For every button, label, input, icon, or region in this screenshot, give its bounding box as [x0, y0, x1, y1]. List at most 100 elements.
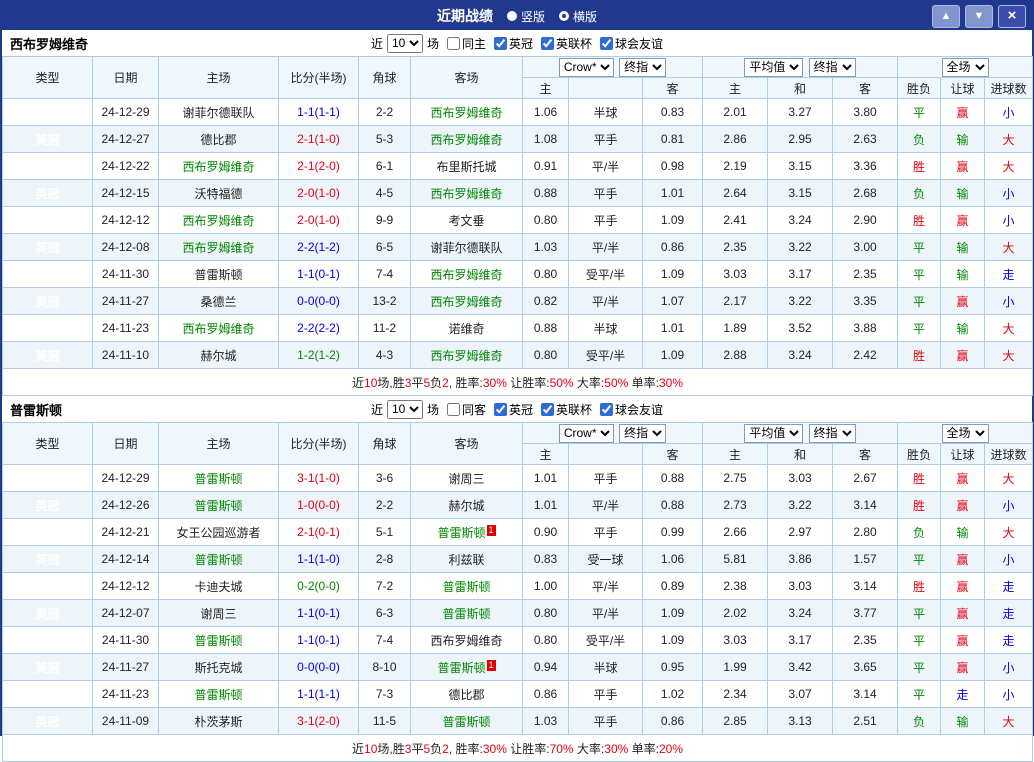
asian-away-odds-cell: 0.99 — [642, 518, 703, 546]
result-handicap-cell: 输 — [940, 125, 986, 153]
result-handicap-cell: 输 — [940, 179, 986, 207]
euro-draw-odds-cell: 3.24 — [767, 341, 833, 369]
result-goals-cell: 小 — [984, 491, 1034, 519]
result-wdl-cell: 平 — [897, 233, 942, 261]
euro-stage-select[interactable]: 终指 — [808, 57, 856, 77]
asian-home-odds-cell: 0.94 — [522, 653, 569, 681]
score-cell: 1-1(1-1) — [278, 98, 359, 126]
average-select[interactable]: 平均值 — [744, 423, 804, 443]
result-goals-cell: 大 — [984, 518, 1034, 546]
match-row: 英冠 24-11-30 普雷斯顿 1-1(0-1) 7-4 西布罗姆维奇 0.8… — [2, 260, 1034, 288]
radio-icon-vertical — [506, 11, 517, 21]
full-match-select[interactable]: 全场 — [941, 423, 989, 443]
sub-euro-away-header: 客 — [831, 77, 899, 99]
league-filter-checkbox-input[interactable] — [600, 402, 614, 416]
result-goals-cell: 大 — [984, 341, 1034, 369]
same-venue-checkbox-home[interactable]: 同主 — [443, 35, 486, 52]
sub-wdl-header: 胜负 — [897, 77, 942, 99]
league-filter-checkbox[interactable]: 球会友谊 — [596, 401, 663, 418]
summary-part: 70% — [549, 741, 574, 756]
league-filter-checkbox[interactable]: 英冠 — [490, 401, 533, 418]
league-filter-checkbox[interactable]: 英冠 — [490, 35, 533, 52]
asian-stage-select[interactable]: 终指 — [619, 57, 667, 77]
match-row: 英冠 24-11-23 西布罗姆维奇 2-2(2-2) 11-2 诺维奇 0.8… — [2, 314, 1034, 342]
close-button[interactable]: × — [998, 5, 1026, 28]
result-group-header: 全场 — [897, 56, 1034, 78]
same-venue-checkbox-input[interactable] — [446, 402, 460, 416]
summary-part: 大率: — [573, 741, 605, 756]
away-team-cell: 布里斯托城 — [410, 152, 523, 180]
result-wdl-cell: 胜 — [897, 572, 942, 600]
asian-odds-group-header: Crow* 终指 — [522, 56, 703, 78]
league-filter-checkbox[interactable]: 球会友谊 — [596, 35, 663, 52]
filter-bar-home: 近 10 场 同主 英冠 英联杯 球会友谊 — [371, 33, 663, 53]
asian-away-odds-cell: 1.09 — [642, 206, 703, 234]
result-goals-cell: 走 — [984, 260, 1034, 288]
recent-count-select[interactable]: 10 — [386, 399, 423, 419]
league-filter-checkbox[interactable]: 英联杯 — [537, 401, 592, 418]
average-select[interactable]: 平均值 — [744, 57, 804, 77]
section-header-home-team: 西布罗姆维奇 近 10 场 同主 英冠 英联杯 球会友谊 — [2, 30, 1032, 56]
matches-label: 场 — [426, 36, 439, 51]
asian-home-odds-cell: 1.06 — [522, 98, 569, 126]
away-team-cell: 谢周三 — [410, 464, 523, 492]
scroll-up-button[interactable]: ▲ — [932, 5, 960, 28]
scroll-down-button[interactable]: ▼ — [965, 5, 993, 28]
corner-cell: 5-3 — [358, 125, 411, 153]
asian-away-odds-cell: 1.02 — [642, 680, 703, 708]
home-team-cell: 西布罗姆维奇 — [158, 233, 279, 261]
layout-option-horizontal-label: 横版 — [573, 9, 598, 24]
league-badge: 英冠 — [2, 233, 93, 261]
corner-cell: 7-4 — [358, 260, 411, 288]
full-match-select[interactable]: 全场 — [941, 57, 989, 77]
away-team-cell: 西布罗姆维奇 — [410, 125, 523, 153]
league-filter-checkbox-input[interactable] — [600, 36, 614, 50]
result-goals-cell: 走 — [984, 572, 1034, 600]
league-filter-checkbox-input[interactable] — [541, 402, 555, 416]
euro-draw-odds-cell: 3.15 — [767, 152, 833, 180]
league-badge: 英冠 — [2, 464, 93, 492]
away-team-cell: 普雷斯顿 — [410, 572, 523, 600]
section-header-away-team: 普雷斯顿 近 10 场 同客 英冠 英联杯 球会友谊 — [2, 396, 1032, 422]
layout-option-vertical[interactable]: 竖版 — [506, 8, 545, 25]
summary-part: 让胜率: — [506, 741, 550, 756]
result-handicap-cell: 赢 — [940, 287, 986, 315]
score-cell: 2-1(2-0) — [278, 152, 359, 180]
euro-stage-select[interactable]: 终指 — [808, 423, 856, 443]
result-wdl-cell: 平 — [897, 314, 942, 342]
result-goals-cell: 小 — [984, 653, 1034, 681]
league-filter-checkbox-input[interactable] — [494, 36, 507, 50]
league-filter-checkbox-input[interactable] — [494, 402, 507, 416]
asian-line-cell: 平/半 — [568, 572, 643, 600]
asian-stage-select[interactable]: 终指 — [619, 423, 667, 443]
euro-draw-odds-cell: 3.86 — [767, 545, 833, 573]
same-venue-checkbox-away[interactable]: 同客 — [443, 401, 486, 418]
league-filter-checkbox[interactable]: 英联杯 — [537, 35, 592, 52]
bookmaker-select[interactable]: Crow* — [558, 423, 614, 443]
bookmaker-select[interactable]: Crow* — [558, 57, 614, 77]
recent-results-window: 近期战绩 竖版 横版 ▲ ▼ × 西布罗姆维奇 近 10 场 同主 英冠 英联杯… — [0, 0, 1034, 762]
league-filter-checkbox-input[interactable] — [541, 36, 555, 50]
result-handicap-cell: 赢 — [940, 206, 986, 234]
sub-goals-header: 进球数 — [984, 443, 1034, 465]
league-badge: 英冠 — [2, 518, 93, 546]
away-team-cell: 西布罗姆维奇 — [410, 98, 523, 126]
col-score-header: 比分(半场) — [278, 56, 359, 99]
asian-home-odds-cell: 0.80 — [522, 599, 569, 627]
euro-away-odds-cell: 3.14 — [831, 491, 899, 519]
euro-draw-odds-cell: 3.42 — [767, 653, 833, 681]
same-venue-checkbox-input[interactable] — [446, 36, 460, 50]
euro-home-odds-cell: 2.35 — [702, 233, 768, 261]
asian-home-odds-cell: 0.86 — [522, 680, 569, 708]
league-badge: 英冠 — [2, 98, 93, 126]
date-cell: 24-12-07 — [92, 599, 159, 627]
sub-wdl-header: 胜负 — [897, 443, 942, 465]
recent-count-select[interactable]: 10 — [386, 33, 423, 53]
layout-option-horizontal[interactable]: 横版 — [559, 8, 597, 25]
summary-part: 50% — [549, 375, 574, 390]
euro-draw-odds-cell: 3.13 — [767, 707, 833, 735]
result-group-header: 全场 — [897, 422, 1034, 444]
asian-home-odds-cell: 1.00 — [522, 572, 569, 600]
summary-part: 负 — [430, 375, 443, 390]
summary-part: 30% — [482, 375, 507, 390]
